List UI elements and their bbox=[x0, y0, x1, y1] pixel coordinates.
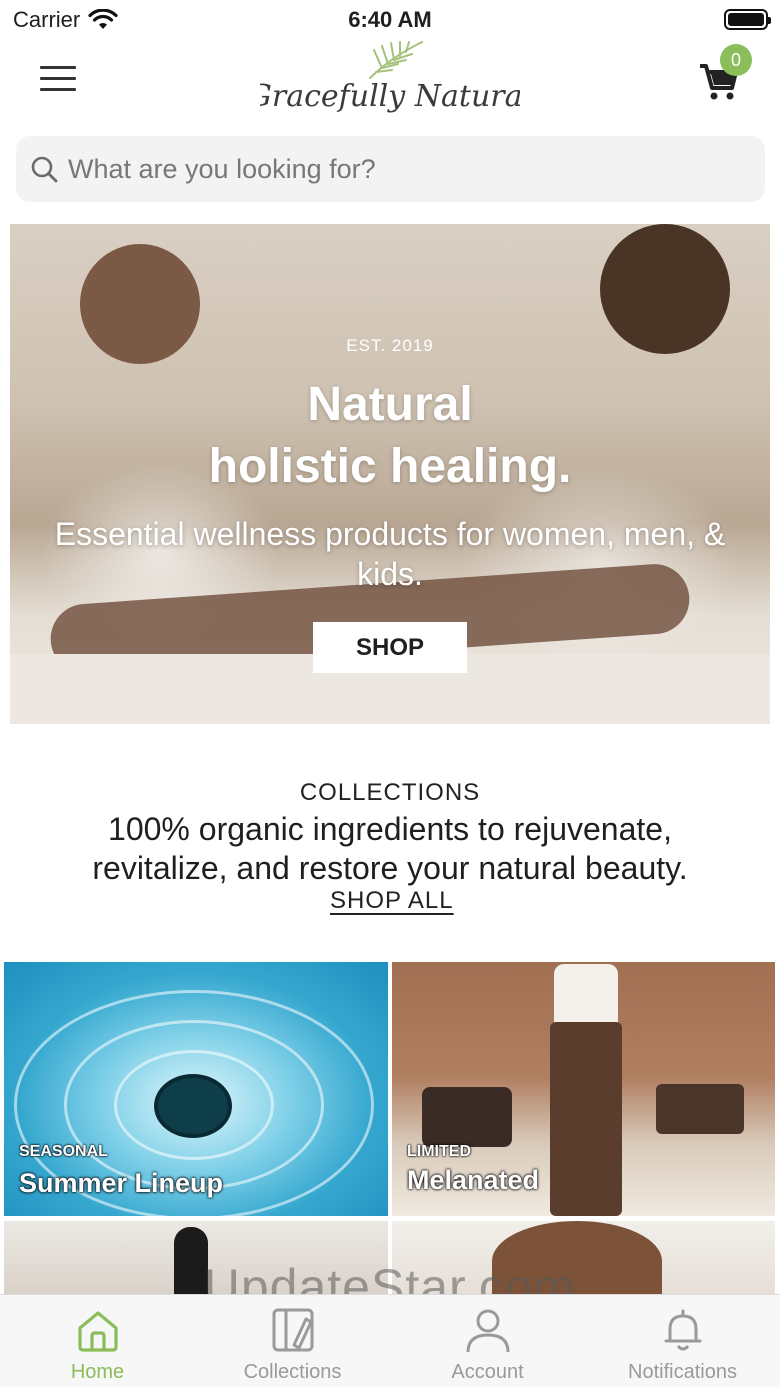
bell-icon bbox=[664, 1309, 701, 1351]
search-bar bbox=[16, 136, 765, 202]
tab-label: Account bbox=[451, 1361, 524, 1383]
tab-label: Collections bbox=[243, 1361, 342, 1383]
app-header: Gracefully Natural bbox=[0, 40, 780, 130]
collection-tile[interactable] bbox=[4, 1221, 388, 1301]
status-bar: Carrier 6:40 AM bbox=[0, 0, 780, 40]
tile-photo-detail bbox=[492, 1221, 662, 1301]
hero-banner[interactable]: EST. 2019 Natural holistic healing. Esse… bbox=[10, 224, 770, 724]
hero-title-line1: Natural bbox=[307, 378, 473, 431]
status-time: 6:40 AM bbox=[348, 7, 432, 32]
bottom-tab-bar: Home Collections Account Notifications bbox=[0, 1294, 780, 1387]
menu-icon-bar bbox=[40, 77, 76, 80]
tile-kicker: LIMITED bbox=[407, 1143, 471, 1160]
palm-leaf-icon bbox=[369, 41, 423, 79]
brand-logo[interactable]: Gracefully Natural bbox=[260, 40, 520, 128]
tile-title: Summer Lineup bbox=[19, 1168, 224, 1198]
menu-icon-bar bbox=[40, 88, 76, 91]
menu-button[interactable] bbox=[40, 66, 76, 94]
search-icon bbox=[31, 156, 58, 183]
shop-button[interactable]: SHOP bbox=[313, 622, 467, 673]
collections-icon bbox=[272, 1308, 313, 1352]
hero-subtitle: Essential wellness products for women, m… bbox=[54, 516, 726, 592]
product-bottle bbox=[550, 1022, 622, 1216]
collection-tile-melanated[interactable]: LIMITED Melanated bbox=[392, 962, 775, 1216]
battery-icon bbox=[724, 9, 771, 30]
hero-title-line2: holistic healing. bbox=[208, 440, 572, 493]
search-input[interactable] bbox=[68, 153, 728, 185]
collection-tile-summer-lineup[interactable]: SEASONAL Summer Lineup bbox=[4, 962, 388, 1216]
product-jar bbox=[422, 1087, 512, 1147]
menu-icon-bar bbox=[40, 66, 76, 69]
account-icon bbox=[466, 1309, 509, 1353]
tab-label: Home bbox=[70, 1361, 125, 1383]
tab-label: Notifications bbox=[628, 1361, 737, 1383]
tile-kicker: SEASONAL bbox=[19, 1143, 108, 1160]
tab-home[interactable]: Home bbox=[0, 1295, 195, 1387]
hero-photo-detail bbox=[600, 224, 730, 354]
shop-all-link[interactable]: SHOP ALL bbox=[330, 887, 454, 915]
home-icon bbox=[77, 1311, 118, 1352]
collections-heading: 100% organic ingredients to rejuvenate, … bbox=[92, 811, 688, 886]
tab-notifications[interactable]: Notifications bbox=[585, 1295, 780, 1387]
collections-kicker: COLLECTIONS bbox=[299, 779, 481, 806]
hero-established: EST. 2019 bbox=[346, 336, 434, 355]
tab-collections[interactable]: Collections bbox=[195, 1295, 390, 1387]
product-dropper bbox=[174, 1227, 208, 1301]
tab-account[interactable]: Account bbox=[390, 1295, 585, 1387]
tile-title: Melanated bbox=[407, 1165, 540, 1195]
cart-count-badge: 0 bbox=[720, 44, 752, 76]
product-jar bbox=[154, 1074, 232, 1138]
collection-tile[interactable] bbox=[392, 1221, 775, 1301]
product-jar bbox=[656, 1084, 744, 1134]
logo-wordmark: Gracefully Natural bbox=[260, 79, 520, 114]
hero-title: Natural holistic healing. bbox=[10, 374, 770, 498]
